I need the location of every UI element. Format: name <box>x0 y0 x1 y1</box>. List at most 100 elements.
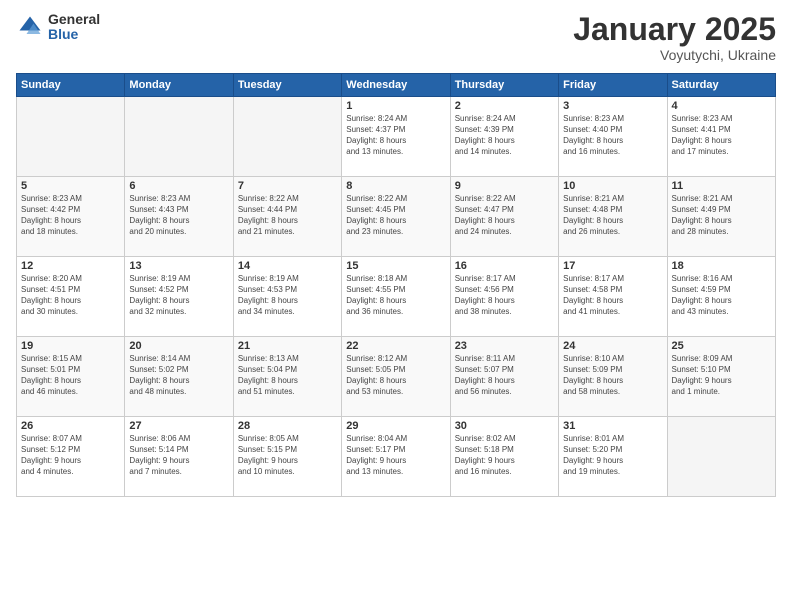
calendar-cell: 4 Sunrise: 8:23 AM Sunset: 4:41 PM Daylig… <box>667 97 775 177</box>
day-number: 3 <box>563 100 662 112</box>
day-info: Sunrise: 8:16 AM Sunset: 4:59 PM Dayligh… <box>672 274 771 317</box>
day-info: Sunrise: 8:21 AM Sunset: 4:48 PM Dayligh… <box>563 194 662 237</box>
day-info: Sunrise: 8:17 AM Sunset: 4:58 PM Dayligh… <box>563 274 662 317</box>
day-number: 30 <box>455 420 554 432</box>
month-title: January 2025 <box>573 12 776 47</box>
calendar-cell: 26Sunrise: 8:07 AM Sunset: 5:12 PM Dayli… <box>17 417 125 497</box>
day-number: 31 <box>563 420 662 432</box>
calendar-cell: 11 Sunrise: 8:21 AM Sunset: 4:49 PM Dayli… <box>667 177 775 257</box>
calendar-body: 1 Sunrise: 8:24 AM Sunset: 4:37 PM Daylig… <box>17 97 776 497</box>
calendar-cell: 28 Sunrise: 8:05 AM Sunset: 5:15 PM Dayli… <box>233 417 341 497</box>
day-info: Sunrise: 8:19 AM Sunset: 4:53 PM Dayligh… <box>238 274 337 317</box>
calendar-cell: 15 Sunrise: 8:18 AM Sunset: 4:55 PM Dayli… <box>342 257 450 337</box>
day-info: Sunrise: 8:12 AM Sunset: 5:05 PM Dayligh… <box>346 354 445 397</box>
day-info: Sunrise: 8:24 AM Sunset: 4:39 PM Dayligh… <box>455 114 554 157</box>
calendar-cell: 24Sunrise: 8:10 AM Sunset: 5:09 PM Dayli… <box>559 337 667 417</box>
day-info: Sunrise: 8:21 AM Sunset: 4:49 PM Dayligh… <box>672 194 771 237</box>
page: General Blue January 2025 Voyutychi, Ukr… <box>0 0 792 612</box>
calendar-cell: 9Sunrise: 8:22 AM Sunset: 4:47 PM Daylig… <box>450 177 558 257</box>
calendar-cell: 21 Sunrise: 8:13 AM Sunset: 5:04 PM Dayli… <box>233 337 341 417</box>
calendar-cell: 19 Sunrise: 8:15 AM Sunset: 5:01 PM Dayli… <box>17 337 125 417</box>
day-number: 12 <box>21 260 120 272</box>
day-number: 22 <box>346 340 445 352</box>
day-number: 11 <box>672 180 771 192</box>
calendar-week-5: 26Sunrise: 8:07 AM Sunset: 5:12 PM Dayli… <box>17 417 776 497</box>
logo-text: General Blue <box>48 12 100 43</box>
calendar-cell: 23 Sunrise: 8:11 AM Sunset: 5:07 PM Dayli… <box>450 337 558 417</box>
calendar-cell: 12 Sunrise: 8:20 AM Sunset: 4:51 PM Dayli… <box>17 257 125 337</box>
day-info: Sunrise: 8:20 AM Sunset: 4:51 PM Dayligh… <box>21 274 120 317</box>
calendar-week-2: 5Sunrise: 8:23 AM Sunset: 4:42 PM Daylig… <box>17 177 776 257</box>
day-number: 21 <box>238 340 337 352</box>
col-tuesday: Tuesday <box>233 74 341 97</box>
day-number: 23 <box>455 340 554 352</box>
day-info: Sunrise: 8:06 AM Sunset: 5:14 PM Dayligh… <box>129 434 228 477</box>
calendar-week-1: 1 Sunrise: 8:24 AM Sunset: 4:37 PM Daylig… <box>17 97 776 177</box>
subtitle: Voyutychi, Ukraine <box>573 47 776 63</box>
day-number: 5 <box>21 180 120 192</box>
calendar-week-3: 12 Sunrise: 8:20 AM Sunset: 4:51 PM Dayli… <box>17 257 776 337</box>
day-number: 17 <box>563 260 662 272</box>
day-info: Sunrise: 8:09 AM Sunset: 5:10 PM Dayligh… <box>672 354 771 397</box>
calendar-cell: 16 Sunrise: 8:17 AM Sunset: 4:56 PM Dayli… <box>450 257 558 337</box>
day-number: 27 <box>129 420 228 432</box>
day-info: Sunrise: 8:01 AM Sunset: 5:20 PM Dayligh… <box>563 434 662 477</box>
logo-general: General <box>48 12 100 27</box>
calendar-cell: 13Sunrise: 8:19 AM Sunset: 4:52 PM Dayli… <box>125 257 233 337</box>
col-saturday: Saturday <box>667 74 775 97</box>
day-info: Sunrise: 8:07 AM Sunset: 5:12 PM Dayligh… <box>21 434 120 477</box>
calendar-cell: 18Sunrise: 8:16 AM Sunset: 4:59 PM Dayli… <box>667 257 775 337</box>
day-info: Sunrise: 8:02 AM Sunset: 5:18 PM Dayligh… <box>455 434 554 477</box>
calendar-cell <box>17 97 125 177</box>
logo: General Blue <box>16 12 100 43</box>
day-number: 14 <box>238 260 337 272</box>
calendar-cell: 6Sunrise: 8:23 AM Sunset: 4:43 PM Daylig… <box>125 177 233 257</box>
logo-blue: Blue <box>48 27 100 42</box>
day-info: Sunrise: 8:22 AM Sunset: 4:44 PM Dayligh… <box>238 194 337 237</box>
day-info: Sunrise: 8:11 AM Sunset: 5:07 PM Dayligh… <box>455 354 554 397</box>
logo-icon <box>16 13 44 41</box>
calendar-cell: 30 Sunrise: 8:02 AM Sunset: 5:18 PM Dayli… <box>450 417 558 497</box>
day-number: 20 <box>129 340 228 352</box>
day-number: 16 <box>455 260 554 272</box>
day-number: 10 <box>563 180 662 192</box>
calendar-cell: 29 Sunrise: 8:04 AM Sunset: 5:17 PM Dayli… <box>342 417 450 497</box>
calendar-week-4: 19 Sunrise: 8:15 AM Sunset: 5:01 PM Dayli… <box>17 337 776 417</box>
day-number: 19 <box>21 340 120 352</box>
day-info: Sunrise: 8:24 AM Sunset: 4:37 PM Dayligh… <box>346 114 445 157</box>
calendar-cell: 10 Sunrise: 8:21 AM Sunset: 4:48 PM Dayli… <box>559 177 667 257</box>
calendar-cell: 1 Sunrise: 8:24 AM Sunset: 4:37 PM Daylig… <box>342 97 450 177</box>
day-info: Sunrise: 8:15 AM Sunset: 5:01 PM Dayligh… <box>21 354 120 397</box>
col-friday: Friday <box>559 74 667 97</box>
title-block: January 2025 Voyutychi, Ukraine <box>573 12 776 63</box>
calendar-cell: 3 Sunrise: 8:23 AM Sunset: 4:40 PM Daylig… <box>559 97 667 177</box>
day-info: Sunrise: 8:04 AM Sunset: 5:17 PM Dayligh… <box>346 434 445 477</box>
day-info: Sunrise: 8:13 AM Sunset: 5:04 PM Dayligh… <box>238 354 337 397</box>
day-info: Sunrise: 8:23 AM Sunset: 4:41 PM Dayligh… <box>672 114 771 157</box>
calendar-cell: 7 Sunrise: 8:22 AM Sunset: 4:44 PM Daylig… <box>233 177 341 257</box>
calendar-cell <box>667 417 775 497</box>
day-number: 6 <box>129 180 228 192</box>
day-info: Sunrise: 8:18 AM Sunset: 4:55 PM Dayligh… <box>346 274 445 317</box>
day-number: 28 <box>238 420 337 432</box>
calendar-cell: 8Sunrise: 8:22 AM Sunset: 4:45 PM Daylig… <box>342 177 450 257</box>
calendar-cell: 31 Sunrise: 8:01 AM Sunset: 5:20 PM Dayli… <box>559 417 667 497</box>
calendar-cell: 2Sunrise: 8:24 AM Sunset: 4:39 PM Daylig… <box>450 97 558 177</box>
calendar-cell: 5Sunrise: 8:23 AM Sunset: 4:42 PM Daylig… <box>17 177 125 257</box>
day-number: 1 <box>346 100 445 112</box>
day-info: Sunrise: 8:17 AM Sunset: 4:56 PM Dayligh… <box>455 274 554 317</box>
col-wednesday: Wednesday <box>342 74 450 97</box>
day-info: Sunrise: 8:05 AM Sunset: 5:15 PM Dayligh… <box>238 434 337 477</box>
day-number: 9 <box>455 180 554 192</box>
day-number: 4 <box>672 100 771 112</box>
day-info: Sunrise: 8:23 AM Sunset: 4:40 PM Dayligh… <box>563 114 662 157</box>
calendar-cell: 25Sunrise: 8:09 AM Sunset: 5:10 PM Dayli… <box>667 337 775 417</box>
day-number: 29 <box>346 420 445 432</box>
col-thursday: Thursday <box>450 74 558 97</box>
calendar-cell: 20 Sunrise: 8:14 AM Sunset: 5:02 PM Dayli… <box>125 337 233 417</box>
day-number: 15 <box>346 260 445 272</box>
day-info: Sunrise: 8:22 AM Sunset: 4:45 PM Dayligh… <box>346 194 445 237</box>
day-info: Sunrise: 8:14 AM Sunset: 5:02 PM Dayligh… <box>129 354 228 397</box>
header: General Blue January 2025 Voyutychi, Ukr… <box>16 12 776 63</box>
day-number: 7 <box>238 180 337 192</box>
